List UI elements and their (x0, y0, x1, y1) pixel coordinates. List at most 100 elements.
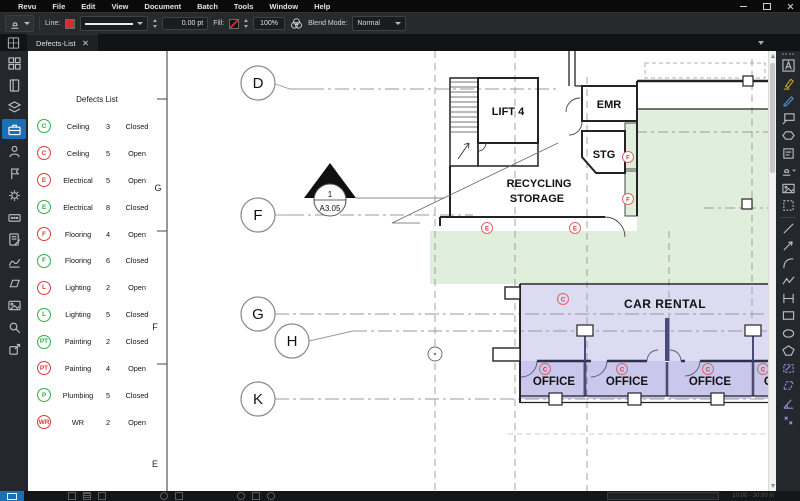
menu-document[interactable]: Document (136, 2, 189, 11)
opacity-stepper[interactable] (244, 19, 249, 28)
defect-row[interactable]: C Ceiling 3 Closed (32, 113, 162, 140)
arc-tool-icon[interactable] (778, 255, 798, 273)
scale-input[interactable] (607, 492, 720, 500)
defect-row[interactable]: C Ceiling 5 Open (32, 140, 162, 167)
spaces-icon[interactable] (2, 273, 26, 293)
menu-help[interactable]: Help (306, 2, 338, 11)
highlight-tool-icon[interactable] (778, 75, 798, 93)
svg-text:E: E (485, 227, 489, 233)
angle-measure-icon[interactable] (778, 395, 798, 413)
page-layout-icon[interactable] (68, 492, 76, 500)
vertical-scrollbar[interactable] (768, 51, 776, 491)
menu-batch[interactable]: Batch (189, 2, 226, 11)
chevron-down-icon (395, 22, 402, 25)
rectangle-tool-icon[interactable] (778, 307, 798, 325)
settings-gear-icon[interactable] (2, 185, 26, 205)
image-tool-icon[interactable] (778, 180, 798, 198)
defect-row[interactable]: PT Painting 2 Closed (32, 328, 162, 355)
defect-marker-e[interactable]: E (481, 222, 493, 234)
defect-row[interactable]: E Electrical 5 Open (32, 167, 162, 194)
line-tool-icon[interactable] (778, 220, 798, 238)
markups-list-icon[interactable] (2, 229, 26, 249)
studio-icon[interactable] (2, 141, 26, 161)
blend-icon[interactable] (290, 17, 303, 30)
length-measure-icon[interactable] (778, 290, 798, 308)
fill-color-swatch[interactable] (229, 18, 240, 29)
pen-tool-icon[interactable] (778, 92, 798, 110)
perimeter-measure-icon[interactable] (778, 377, 798, 395)
defect-row[interactable]: WR WR 2 Open (32, 409, 162, 436)
polygon-tool-icon[interactable] (778, 342, 798, 360)
signature-icon[interactable] (2, 251, 26, 271)
sync-icon[interactable] (160, 492, 168, 500)
ellipse-tool-icon[interactable] (778, 325, 798, 343)
defect-marker-f[interactable]: F (622, 193, 634, 205)
note-tool-icon[interactable] (778, 145, 798, 163)
defect-row[interactable]: L Lighting 5 Closed (32, 301, 162, 328)
grid-view-icon[interactable] (83, 492, 91, 500)
single-page-icon[interactable] (98, 492, 106, 500)
split-view-icon[interactable] (7, 36, 20, 49)
menu-revu[interactable]: Revu (10, 2, 44, 11)
polyline-tool-icon[interactable] (778, 272, 798, 290)
minimize-icon[interactable] (740, 5, 747, 7)
svg-text:OFFICE: OFFICE (533, 376, 575, 388)
defect-badge: WR (37, 415, 51, 430)
callout-tool-icon[interactable] (778, 110, 798, 128)
defect-badge: L (37, 307, 51, 322)
menu-window[interactable]: Window (261, 2, 306, 11)
line-width-stepper[interactable] (153, 19, 158, 28)
line-color-swatch[interactable] (65, 18, 76, 29)
thumbnails-icon[interactable] (2, 295, 26, 315)
area-measure-icon[interactable] (778, 360, 798, 378)
tab-defects-list[interactable]: Defects-List (27, 34, 98, 51)
scrollbar-thumb[interactable] (770, 63, 775, 173)
document-canvas[interactable]: G F E 1 A3.05 LIFT 4 EMR STG RECYCLING S… (28, 51, 768, 491)
line-width-field[interactable]: 0.00 pt (162, 17, 209, 30)
select-icon[interactable] (252, 492, 260, 500)
defect-marker-e[interactable]: E (569, 222, 581, 234)
search-icon[interactable] (2, 317, 26, 337)
line-style-dropdown[interactable] (80, 16, 149, 31)
menu-tools[interactable]: Tools (226, 2, 261, 11)
defect-marker-f[interactable]: F (622, 151, 634, 163)
tool-chest-icon[interactable] (2, 119, 26, 139)
defect-row[interactable]: P Plumbing 5 Closed (32, 382, 162, 409)
tab-overflow-chevron[interactable] (758, 41, 764, 45)
arrow-tool-icon[interactable] (778, 237, 798, 255)
defect-row[interactable]: PT Painting 4 Open (32, 355, 162, 382)
close-icon[interactable] (787, 3, 794, 10)
menu-view[interactable]: View (103, 2, 136, 11)
menu-file[interactable]: File (44, 2, 73, 11)
svg-text:LIFT 4: LIFT 4 (492, 106, 525, 118)
svg-text:STG: STG (593, 149, 616, 161)
maximize-icon[interactable] (763, 2, 771, 10)
links-icon[interactable] (2, 339, 26, 359)
toolbar-drag-handle[interactable] (782, 53, 794, 55)
more-tools-icon[interactable] (2, 207, 26, 227)
file-access-icon[interactable] (2, 53, 26, 73)
pan-icon[interactable] (237, 492, 245, 500)
snapshot-tool-icon[interactable] (778, 197, 798, 215)
menu-edit[interactable]: Edit (73, 2, 103, 11)
count-measure-icon[interactable] (778, 412, 798, 430)
layers-icon[interactable] (2, 97, 26, 117)
cloud-tool-icon[interactable] (778, 127, 798, 145)
scroll-up-icon[interactable] (770, 54, 775, 58)
zoom-icon[interactable] (267, 492, 275, 500)
snapshot-status-icon[interactable] (175, 492, 183, 500)
right-tool-bar (776, 51, 800, 491)
tab-close-icon[interactable] (83, 40, 89, 46)
defect-row[interactable]: E Electrical 8 Closed (32, 194, 162, 221)
flags-icon[interactable] (2, 163, 26, 183)
blend-mode-dropdown[interactable]: Normal (352, 16, 407, 31)
opacity-field[interactable]: 100% (253, 17, 286, 30)
scroll-down-icon[interactable] (770, 484, 775, 488)
text-box-tool-icon[interactable] (778, 57, 798, 75)
defect-row[interactable]: F Flooring 6 Closed (32, 247, 162, 274)
defect-row[interactable]: L Lighting 2 Open (32, 274, 162, 301)
bookmarks-icon[interactable] (2, 75, 26, 95)
current-tool-button[interactable] (5, 15, 34, 32)
defect-row[interactable]: F Flooring 4 Open (32, 221, 162, 248)
stamp-tool-icon[interactable] (778, 162, 798, 180)
